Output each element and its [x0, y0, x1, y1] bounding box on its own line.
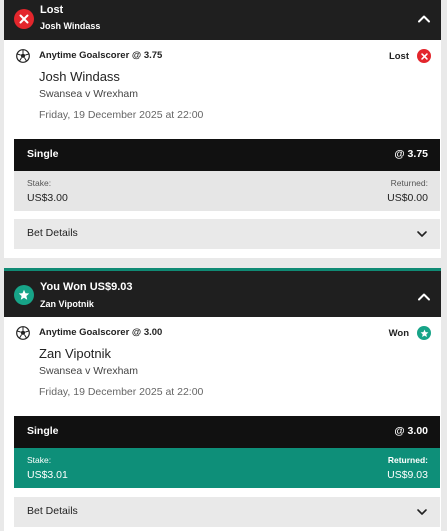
bet-header-subtitle: Josh Windass — [40, 21, 101, 31]
stake-label: Stake: — [27, 455, 52, 465]
event-date: Friday, 19 December 2025 at 22:00 — [39, 109, 204, 121]
bet-type-bar: Single @ 3.00 — [14, 416, 440, 448]
market-label: Anytime Goalscorer @ 3.00 — [39, 327, 163, 338]
lost-badge-icon — [14, 9, 34, 29]
event-name: Swansea v Wrexham — [39, 365, 139, 377]
bet-header-title: You Won US$9.03 — [40, 281, 133, 293]
chevron-down-icon — [417, 231, 427, 237]
stake-label: Stake: — [27, 178, 52, 188]
stake-returned-bar: Stake: US$3.00 Returned: US$0.00 — [14, 171, 440, 211]
chevron-up-icon[interactable] — [417, 12, 431, 26]
bet-card-won: You Won US$9.03 Zan Vipotnik Anytime Goa… — [4, 268, 441, 531]
star-icon — [417, 326, 431, 340]
event-name: Swansea v Wrexham — [39, 88, 139, 100]
close-icon — [417, 49, 431, 63]
returned-label: Returned: — [390, 178, 428, 188]
bet-header[interactable]: You Won US$9.03 Zan Vipotnik — [4, 271, 441, 317]
leg-status-text: Lost — [388, 51, 409, 62]
bet-card-lost: Lost Josh Windass Anytime Goalscorer @ 3… — [4, 0, 441, 258]
bet-odds: @ 3.00 — [394, 425, 428, 437]
bet-odds: @ 3.75 — [394, 148, 428, 160]
stake-value: US$3.00 — [27, 192, 68, 204]
bet-type-label: Single — [27, 148, 59, 160]
returned-label: Returned: — [387, 455, 428, 465]
bet-leg: Anytime Goalscorer @ 3.00 Won Zan Vipotn… — [4, 317, 441, 413]
bet-type-bar: Single @ 3.75 — [14, 139, 440, 171]
bet-type-label: Single — [27, 425, 59, 437]
returned-value: US$9.03 — [387, 469, 428, 481]
bet-header-title: Lost — [40, 4, 64, 16]
bet-header-subtitle: Zan Vipotnik — [40, 299, 94, 309]
bet-history-page: Lost Josh Windass Anytime Goalscorer @ 3… — [0, 0, 447, 531]
selection-name: Josh Windass — [39, 69, 120, 84]
chevron-up-icon[interactable] — [417, 290, 431, 304]
bet-details-button[interactable]: Bet Details — [14, 497, 440, 527]
stake-returned-bar: Stake: US$3.01 Returned: US$9.03 — [14, 448, 440, 488]
won-badge-icon — [14, 285, 34, 305]
leg-status-text: Won — [388, 328, 409, 339]
selection-name: Zan Vipotnik — [39, 346, 112, 361]
bet-details-label: Bet Details — [27, 505, 78, 517]
market-label: Anytime Goalscorer @ 3.75 — [39, 50, 163, 61]
bet-details-label: Bet Details — [27, 227, 78, 239]
bet-details-button[interactable]: Bet Details — [14, 219, 440, 249]
football-icon — [16, 49, 30, 63]
bet-leg: Anytime Goalscorer @ 3.75 Lost Josh Wind… — [4, 40, 441, 136]
event-date: Friday, 19 December 2025 at 22:00 — [39, 386, 204, 398]
stake-value: US$3.01 — [27, 469, 68, 481]
returned-value: US$0.00 — [387, 192, 428, 204]
bet-header[interactable]: Lost Josh Windass — [4, 0, 441, 40]
football-icon — [16, 326, 30, 340]
chevron-down-icon — [417, 509, 427, 515]
